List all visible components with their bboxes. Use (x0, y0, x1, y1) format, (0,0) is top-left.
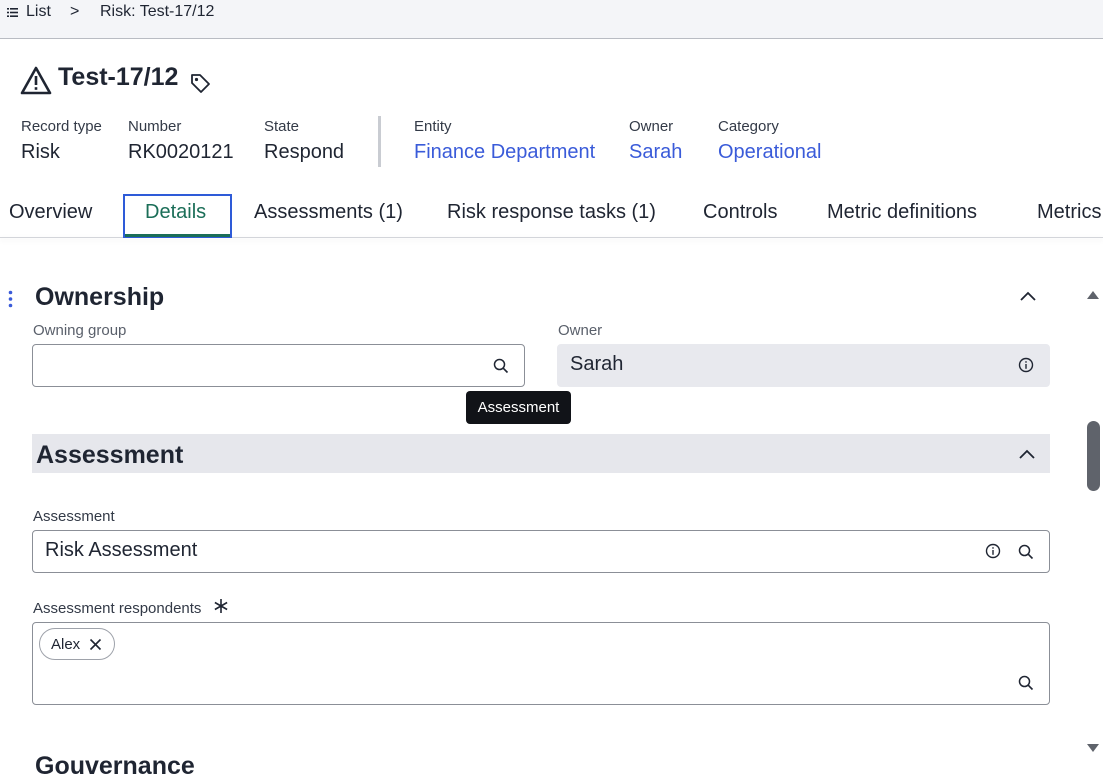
list-icon (7, 8, 18, 17)
tab-details-underline (125, 234, 230, 237)
tab-risk-response-tasks[interactable]: Risk response tasks (1) (447, 201, 656, 224)
tab-metric-definitions[interactable]: Metric definitions (827, 201, 977, 224)
respondent-chip: Alex (39, 628, 115, 660)
record-type-label: Record type (21, 118, 102, 135)
scroll-down-arrow-icon[interactable] (1086, 743, 1100, 753)
close-icon[interactable] (89, 638, 102, 651)
info-icon[interactable] (985, 543, 1001, 559)
info-icon[interactable] (1018, 357, 1034, 373)
assessment-respondents-label: Assessment respondents (33, 600, 202, 617)
state-value: Respond (264, 141, 345, 163)
owning-group-input[interactable] (32, 344, 525, 387)
tab-overview[interactable]: Overview (9, 201, 92, 224)
tab-metrics[interactable]: Metrics (1037, 201, 1101, 224)
owner-field-label: Owner (558, 322, 603, 339)
record-title: Test-17/12 (58, 63, 179, 91)
breadcrumb-list-link[interactable]: List (26, 3, 51, 21)
chevron-up-icon[interactable] (1018, 448, 1036, 460)
assessment-field-label: Assessment (33, 508, 115, 525)
scrollbar-thumb[interactable] (1087, 421, 1100, 491)
search-icon[interactable] (493, 358, 509, 374)
owner-link[interactable]: Sarah (629, 141, 682, 164)
tag-icon[interactable] (189, 72, 211, 94)
tab-assessments[interactable]: Assessments (1) (254, 201, 403, 224)
owner-readonly-field: Sarah (557, 344, 1050, 387)
assessment-section-title: Assessment (36, 441, 184, 469)
respondent-chip-label: Alex (51, 636, 81, 653)
owner-field-value: Sarah (570, 353, 624, 375)
tab-details[interactable]: Details (145, 201, 206, 224)
entity-label: Entity (414, 118, 452, 135)
owner-label: Owner (629, 118, 674, 135)
tab-controls[interactable]: Controls (703, 201, 777, 224)
assessment-input[interactable]: Risk Assessment (32, 530, 1050, 573)
category-label: Category (718, 118, 779, 135)
chevron-up-icon[interactable] (1019, 290, 1037, 302)
record-type-value: Risk (21, 141, 60, 163)
assessment-field-value: Risk Assessment (45, 539, 198, 561)
required-asterisk-icon (214, 599, 228, 613)
owning-group-label: Owning group (33, 322, 127, 339)
search-icon[interactable] (1018, 544, 1034, 560)
ownership-section-title: Ownership (35, 283, 165, 311)
number-value: RK0020121 (128, 141, 234, 163)
warning-icon (20, 66, 52, 95)
category-link[interactable]: Operational (718, 141, 821, 164)
search-icon[interactable] (1018, 675, 1034, 691)
meta-divider (378, 116, 381, 167)
next-section-title: Gouvernance (35, 752, 195, 780)
entity-link[interactable]: Finance Department (414, 141, 595, 164)
number-label: Number (128, 118, 182, 135)
state-label: State (264, 118, 300, 135)
assessment-tooltip: Assessment (466, 391, 571, 424)
breadcrumb-current: Risk: Test-17/12 (100, 3, 215, 20)
chevron-right-icon: > (70, 3, 80, 20)
assessment-section-header (32, 434, 1050, 473)
drag-handle-icon[interactable] (8, 290, 13, 308)
scroll-up-arrow-icon[interactable] (1086, 290, 1100, 300)
breadcrumb-bar: List > Risk: Test-17/12 (0, 0, 1103, 39)
assessment-respondents-input[interactable] (32, 622, 1050, 705)
